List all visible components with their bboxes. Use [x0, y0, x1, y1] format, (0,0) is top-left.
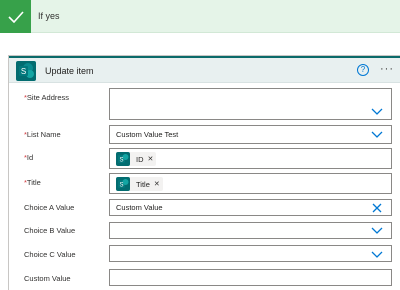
chevron-down-icon[interactable] [371, 130, 383, 140]
checkmark-icon [0, 0, 31, 33]
sharepoint-icon: S [116, 177, 130, 191]
list-name-field[interactable]: Custom Value Test [109, 125, 392, 144]
title-field[interactable]: S Title ✕ [109, 173, 392, 194]
choice-b-field[interactable] [109, 222, 392, 239]
list-name-value: Custom Value Test [116, 130, 179, 139]
clear-icon[interactable] [371, 203, 383, 213]
custom-value-label: Custom Value [24, 274, 71, 283]
svg-text:S: S [119, 158, 123, 164]
card-header[interactable]: S Update item ? ··· [9, 58, 400, 83]
list-name-label: *List Name [24, 130, 61, 139]
title-label: *Title [24, 178, 41, 187]
id-token[interactable]: S ID ✕ [116, 152, 157, 166]
card-title: Update item [45, 66, 94, 76]
id-label: *Id [24, 153, 34, 162]
svg-text:S: S [119, 183, 123, 189]
choice-a-label: Choice A Value [24, 203, 75, 212]
sharepoint-icon: S [116, 152, 130, 166]
chevron-down-icon[interactable] [371, 107, 383, 117]
chevron-down-icon[interactable] [371, 250, 383, 260]
help-icon[interactable]: ? [357, 64, 369, 76]
choice-b-label: Choice B Value [24, 226, 76, 235]
choice-c-label: Choice C Value [24, 250, 76, 259]
chevron-down-icon[interactable] [371, 226, 383, 236]
choice-a-value: Custom Value [116, 203, 163, 212]
id-field[interactable]: S ID ✕ [109, 148, 392, 169]
svg-text:S: S [21, 67, 26, 76]
sharepoint-icon: S [16, 61, 36, 81]
title-token[interactable]: S Title ✕ [116, 177, 163, 191]
choice-a-field[interactable]: Custom Value [109, 199, 392, 216]
more-icon[interactable]: ··· [380, 63, 394, 75]
custom-value-field[interactable] [109, 269, 392, 286]
branch-title: If yes [38, 11, 60, 21]
site-address-label: *Site Address [24, 93, 70, 102]
site-address-field[interactable] [109, 88, 392, 120]
choice-c-field[interactable] [109, 245, 392, 262]
remove-token-icon[interactable]: ✕ [154, 180, 160, 188]
if-yes-branch-header[interactable]: If yes [0, 0, 400, 33]
remove-token-icon[interactable]: ✕ [148, 155, 154, 163]
